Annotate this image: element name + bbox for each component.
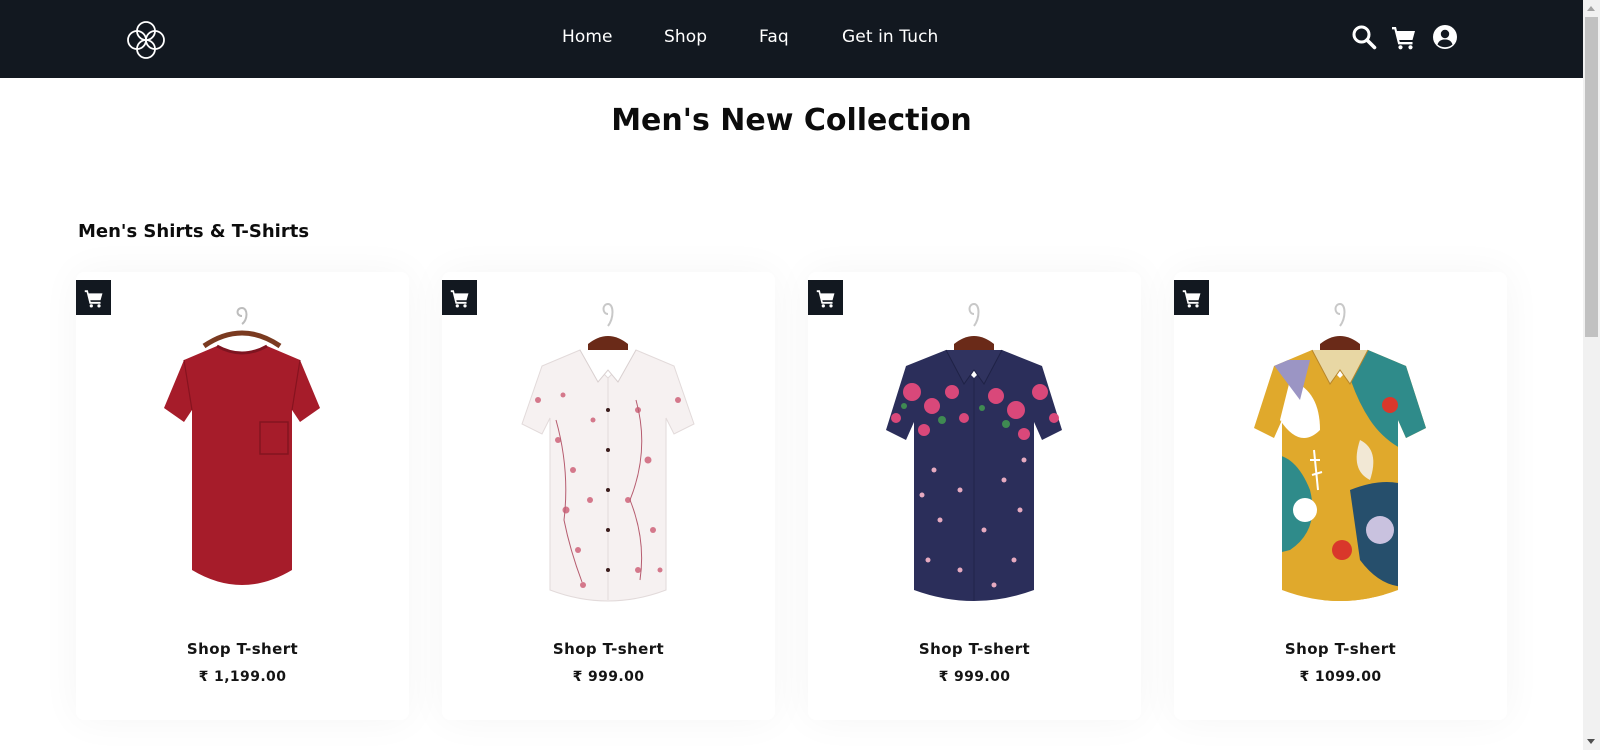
cart-icon [1182, 289, 1200, 308]
main-nav: Home Shop Faq Get in Tuch [0, 0, 1583, 78]
product-price: ₹ 999.00 [572, 669, 645, 685]
product-card[interactable]: Shop T-shert ₹ 1099.00 [1174, 272, 1507, 720]
add-to-cart-button[interactable] [76, 280, 111, 315]
product-image-yellow-teal-print-shirt[interactable] [1230, 300, 1450, 620]
scroll-down-arrow-icon[interactable] [1587, 739, 1595, 744]
page: Home Shop Faq Get in Tuch Men's New Coll… [0, 0, 1583, 750]
nav-faq-link[interactable]: Faq [759, 27, 789, 47]
product-image-navy-floral-shirt[interactable] [864, 300, 1084, 620]
cart-icon[interactable] [1391, 24, 1417, 50]
product-name[interactable]: Shop T-shert [1174, 640, 1507, 658]
nav-get-in-touch-link[interactable]: Get in Tuch [842, 27, 938, 47]
page-scrollbar[interactable] [1583, 0, 1600, 750]
product-name[interactable]: Shop T-shert [808, 640, 1141, 658]
user-account-icon[interactable] [1432, 24, 1458, 50]
cart-icon [84, 289, 102, 308]
scrollbar-thumb[interactable] [1585, 17, 1598, 337]
product-name[interactable]: Shop T-shert [76, 640, 409, 658]
add-to-cart-button[interactable] [1174, 280, 1209, 315]
nav-shop-link[interactable]: Shop [664, 27, 707, 47]
product-name[interactable]: Shop T-shert [442, 640, 775, 658]
product-card[interactable]: Shop T-shert ₹ 999.00 [808, 272, 1141, 720]
product-price: ₹ 1099.00 [1299, 669, 1382, 685]
cart-icon [816, 289, 834, 308]
product-price: ₹ 999.00 [938, 669, 1011, 685]
search-icon[interactable] [1351, 24, 1377, 50]
top-navbar: Home Shop Faq Get in Tuch [0, 0, 1583, 78]
add-to-cart-button[interactable] [442, 280, 477, 315]
product-image-white-floral-shirt[interactable] [498, 300, 718, 620]
section-title: Men's Shirts & T-Shirts [78, 221, 310, 242]
add-to-cart-button[interactable] [808, 280, 843, 315]
page-title: Men's New Collection [611, 103, 972, 138]
scroll-up-arrow-icon[interactable] [1587, 6, 1595, 11]
cart-icon [450, 289, 468, 308]
product-image-red-tshirt[interactable] [132, 300, 352, 620]
product-price: ₹ 1,199.00 [198, 669, 287, 685]
nav-home-link[interactable]: Home [562, 27, 613, 47]
product-card[interactable]: Shop T-shert ₹ 1,199.00 [76, 272, 409, 720]
product-card[interactable]: Shop T-shert ₹ 999.00 [442, 272, 775, 720]
